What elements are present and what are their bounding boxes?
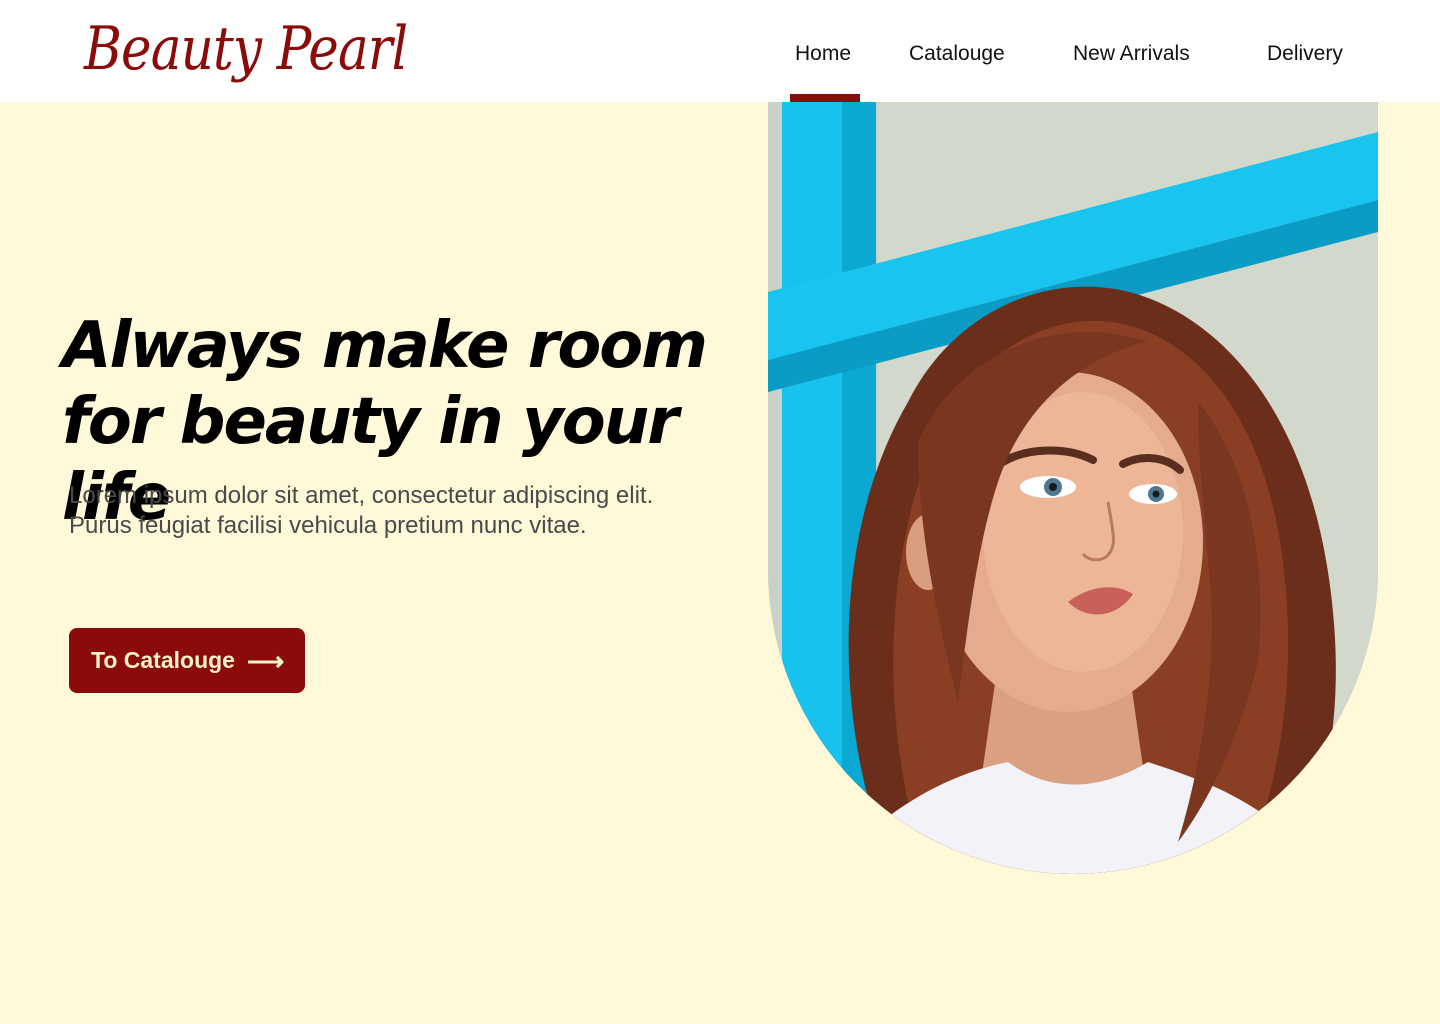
nav-item-new-arrivals[interactable]: New Arrivals xyxy=(1073,42,1190,66)
to-catalouge-button[interactable]: To Catalouge ⟶ xyxy=(69,628,305,693)
woman-portrait-photo xyxy=(768,102,1378,874)
hero-title-line-1: Always make room xyxy=(62,309,708,383)
site-header: Beauty Pearl Home Catalouge New Arrivals… xyxy=(0,0,1440,102)
hero-subtitle: Lorem ipsum dolor sit amet, consectetur … xyxy=(69,482,654,539)
main-nav: Home Catalouge New Arrivals Delivery xyxy=(0,0,1440,102)
nav-item-delivery[interactable]: Delivery xyxy=(1267,42,1343,66)
cta-label: To Catalouge xyxy=(91,647,235,673)
nav-item-catalouge[interactable]: Catalouge xyxy=(909,42,1005,66)
hero-portrait-image xyxy=(768,102,1378,874)
arrow-right-icon: ⟶ xyxy=(246,645,285,676)
nav-item-home[interactable]: Home xyxy=(795,42,851,66)
active-nav-indicator xyxy=(790,94,860,102)
